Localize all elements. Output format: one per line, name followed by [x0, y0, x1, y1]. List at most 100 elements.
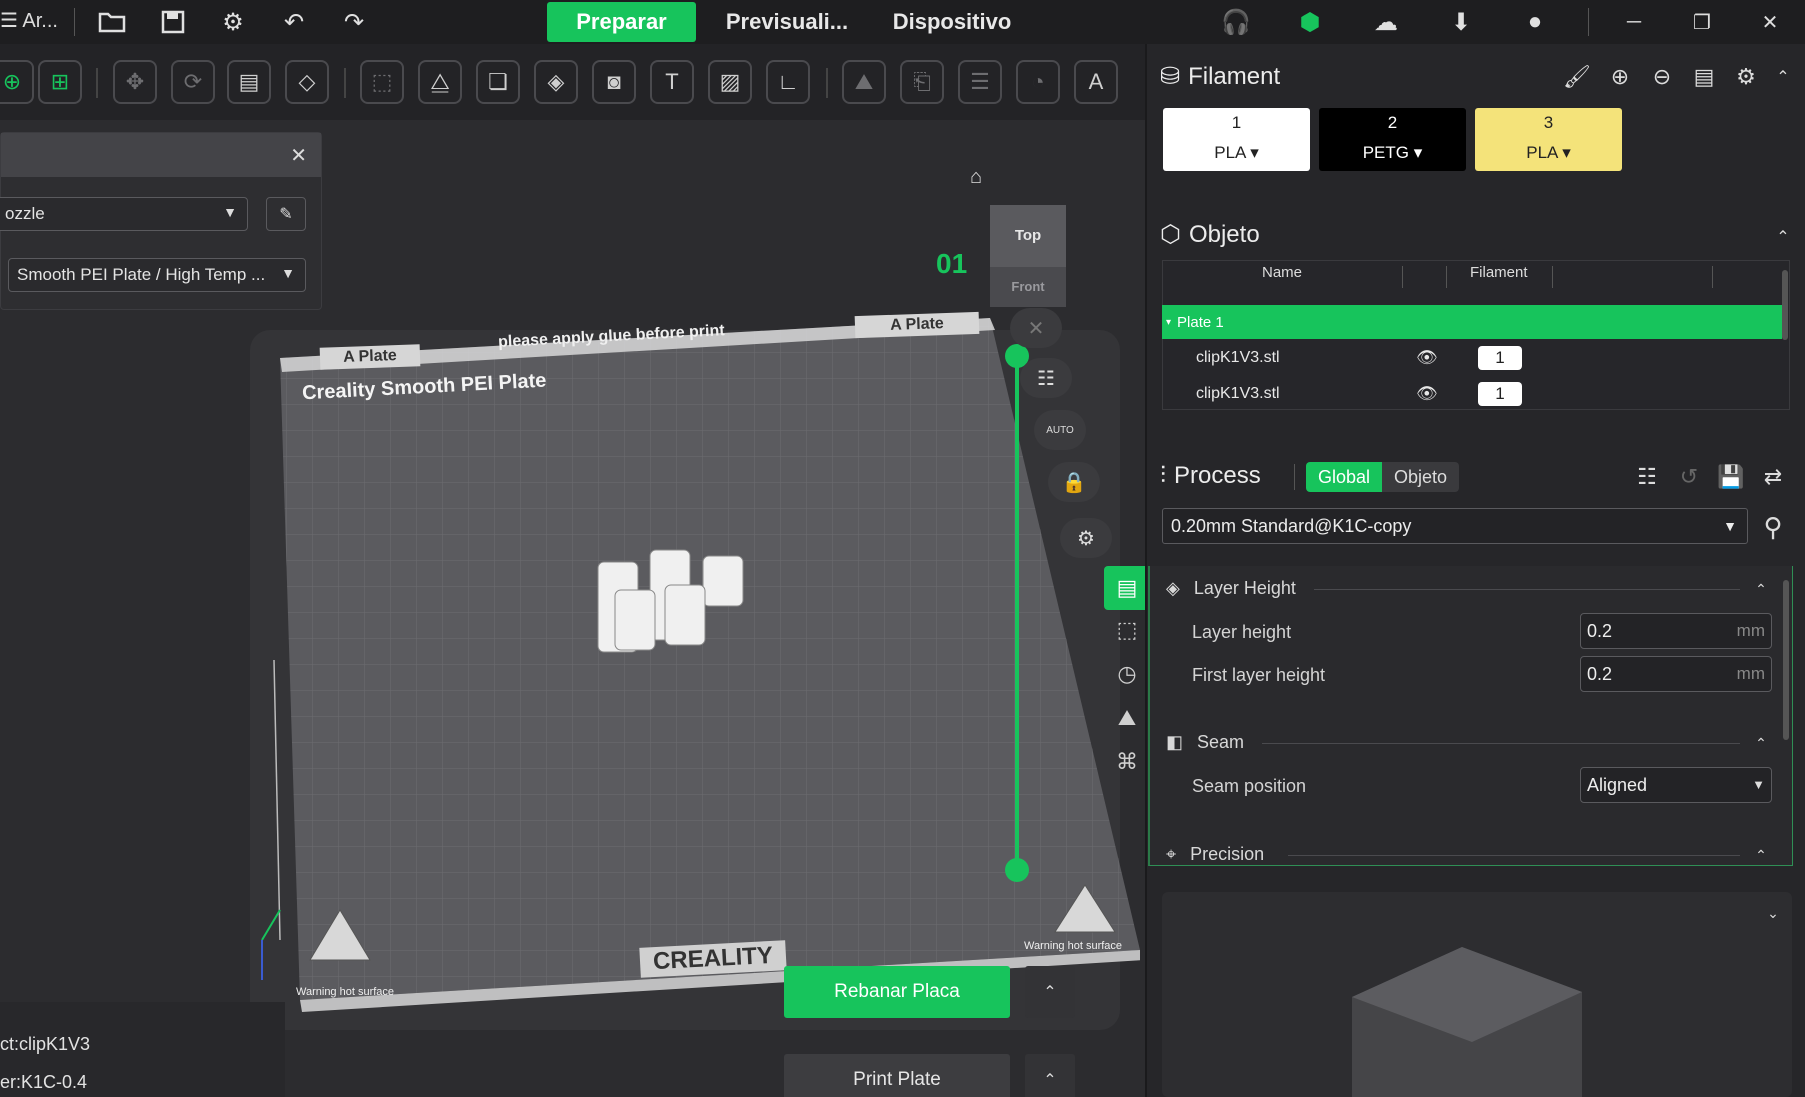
layer-height-input[interactable]: 0.2 mm: [1580, 613, 1772, 649]
first-layer-height-input[interactable]: 0.2 mm: [1580, 656, 1772, 692]
tab-preparar[interactable]: Preparar: [547, 2, 696, 42]
settings-icon[interactable]: ⚙: [215, 4, 251, 40]
upload-cloud-icon[interactable]: ☁: [1368, 4, 1404, 40]
collapse-icon[interactable]: ⌃: [1766, 220, 1800, 254]
object-preview[interactable]: [1162, 892, 1792, 1097]
save-icon[interactable]: 💾: [1714, 460, 1748, 494]
list-icon[interactable]: ☷: [1630, 460, 1664, 494]
search-icon[interactable]: ⚲: [1756, 510, 1790, 544]
app-menu[interactable]: ☰ Ar...: [0, 8, 58, 33]
orient-icon[interactable]: ✥: [113, 60, 157, 104]
gear-icon[interactable]: ⚙: [1729, 60, 1763, 94]
chevron-up-icon[interactable]: ⌃: [1744, 572, 1778, 606]
minimize-icon[interactable]: ─: [1612, 4, 1656, 40]
color-paint-icon[interactable]: ◔: [1016, 60, 1060, 104]
variable-layer-icon[interactable]: ☰: [958, 60, 1002, 104]
global-toggle[interactable]: Global: [1306, 462, 1383, 492]
eye-icon[interactable]: 👁: [1416, 384, 1438, 404]
speed-icon[interactable]: ◷: [1104, 652, 1150, 696]
download-icon[interactable]: ⬇: [1443, 4, 1479, 40]
plate-type-select[interactable]: Smooth PEI Plate / High Temp ... ▼: [8, 258, 306, 292]
group-precision[interactable]: ⌖ Precision: [1166, 844, 1264, 865]
table-row[interactable]: clipK1V3.stl 👁 1: [1162, 341, 1782, 375]
command-icon[interactable]: ⌘: [1104, 740, 1150, 784]
cube-icon[interactable]: ⬢: [1292, 4, 1328, 40]
undo-icon[interactable]: ↶: [276, 4, 312, 40]
chevron-up-icon[interactable]: ⌃: [1025, 966, 1075, 1018]
add-object-icon[interactable]: ⊕: [0, 60, 34, 104]
filament-slot-2[interactable]: 2 PETG ▾: [1319, 108, 1466, 171]
scrollbar[interactable]: [1782, 270, 1788, 340]
chevron-up-icon[interactable]: ⌃: [1744, 726, 1778, 760]
view-cube-front[interactable]: Front: [990, 267, 1066, 307]
layer-height-label: Layer height: [1192, 622, 1292, 642]
lay-on-face-icon[interactable]: ◇: [285, 60, 329, 104]
cut-icon[interactable]: ◙: [592, 60, 636, 104]
layers-icon[interactable]: ◈: [534, 60, 578, 104]
copy-icon[interactable]: ❏: [476, 60, 520, 104]
list-icon[interactable]: ☷: [1020, 358, 1072, 398]
save-icon[interactable]: [155, 4, 191, 40]
edit-icon[interactable]: ✎: [266, 197, 306, 231]
support-paint-icon[interactable]: ⛰: [842, 60, 886, 104]
view-cube-top[interactable]: Top: [990, 205, 1066, 267]
warning-label-left: Warning hot surface: [296, 986, 395, 998]
text-icon[interactable]: T: [650, 60, 694, 104]
seam-position-select[interactable]: Aligned ▼: [1580, 767, 1772, 803]
preview-shape: [1352, 947, 1582, 1097]
object-toggle[interactable]: Objeto: [1382, 462, 1460, 492]
add-icon[interactable]: ⊕: [1603, 60, 1637, 94]
folder-open-icon[interactable]: [94, 4, 130, 40]
scrollbar[interactable]: [1783, 580, 1789, 740]
user-icon[interactable]: ●: [1517, 4, 1553, 40]
eye-icon[interactable]: 👁: [1416, 348, 1438, 368]
print-plate-button[interactable]: Print Plate: [784, 1054, 1010, 1097]
divider: [1294, 464, 1295, 490]
arrange-icon[interactable]: ▤: [227, 60, 271, 104]
chevron-up-icon[interactable]: ⌃: [1744, 838, 1778, 872]
gear-icon[interactable]: ⚙: [1060, 518, 1112, 558]
table-row[interactable]: clipK1V3.stl 👁 1: [1162, 377, 1782, 411]
reset-icon[interactable]: ↺: [1672, 460, 1706, 494]
remove-icon[interactable]: ⊖: [1645, 60, 1679, 94]
build-plate[interactable]: [260, 300, 1140, 1040]
support-icon[interactable]: ⛰: [1104, 696, 1150, 740]
auto-arrange-icon[interactable]: AUTO: [1034, 410, 1086, 450]
close-icon[interactable]: ✕: [290, 143, 307, 168]
tab-device[interactable]: Dispositivo: [880, 2, 1024, 42]
select-icon[interactable]: ⬚: [1104, 608, 1150, 652]
headset-icon[interactable]: 🎧: [1218, 4, 1254, 40]
collapse-icon[interactable]: ⌃: [1766, 60, 1800, 94]
filament-slot-1[interactable]: 1 PLA ▾: [1163, 108, 1310, 171]
plate-row[interactable]: ▾ Plate 1: [1162, 305, 1782, 339]
add-plate-icon[interactable]: ⊞: [38, 60, 82, 104]
edit-list-icon[interactable]: ▤: [1687, 60, 1721, 94]
compare-icon[interactable]: ⇄: [1756, 460, 1790, 494]
paint-icon[interactable]: ▨: [708, 60, 752, 104]
filament-slot-3[interactable]: 3 PLA ▾: [1475, 108, 1622, 171]
seam-paint-icon[interactable]: ⎗: [900, 60, 944, 104]
close-icon[interactable]: ✕: [1748, 4, 1792, 40]
group-seam[interactable]: ◧ Seam: [1166, 732, 1244, 753]
auto-orient-icon[interactable]: ⟳: [171, 60, 215, 104]
nozzle-select[interactable]: ozzle ▼: [0, 197, 248, 231]
chevron-up-icon[interactable]: ⌃: [1025, 1054, 1075, 1097]
lock-icon[interactable]: 🔒: [1048, 462, 1100, 502]
home-icon[interactable]: ⌂: [970, 166, 982, 189]
process-preset-select[interactable]: 0.20mm Standard@K1C-copy ▼: [1162, 508, 1748, 544]
objects-panel-icon[interactable]: ▤: [1104, 566, 1150, 610]
group-layer-height[interactable]: ◈ Layer Height: [1166, 578, 1296, 599]
mirror-icon[interactable]: ⧋: [418, 60, 462, 104]
slice-plate-button[interactable]: Rebanar Placa: [784, 966, 1010, 1018]
measure-icon[interactable]: ∟: [766, 60, 810, 104]
redo-icon[interactable]: ↷: [336, 4, 372, 40]
tab-preview[interactable]: Previsuali...: [712, 2, 862, 42]
close-icon[interactable]: ✕: [1010, 308, 1062, 348]
scale-icon[interactable]: ⬚: [360, 60, 404, 104]
filament-index[interactable]: 1: [1478, 382, 1522, 406]
filament-index[interactable]: 1: [1478, 346, 1522, 370]
brush-icon[interactable]: 🖌: [1560, 60, 1594, 94]
restore-icon[interactable]: ❐: [1680, 4, 1724, 40]
chevron-down-icon[interactable]: ⌄: [1756, 896, 1790, 930]
assembly-icon[interactable]: A: [1074, 60, 1118, 104]
